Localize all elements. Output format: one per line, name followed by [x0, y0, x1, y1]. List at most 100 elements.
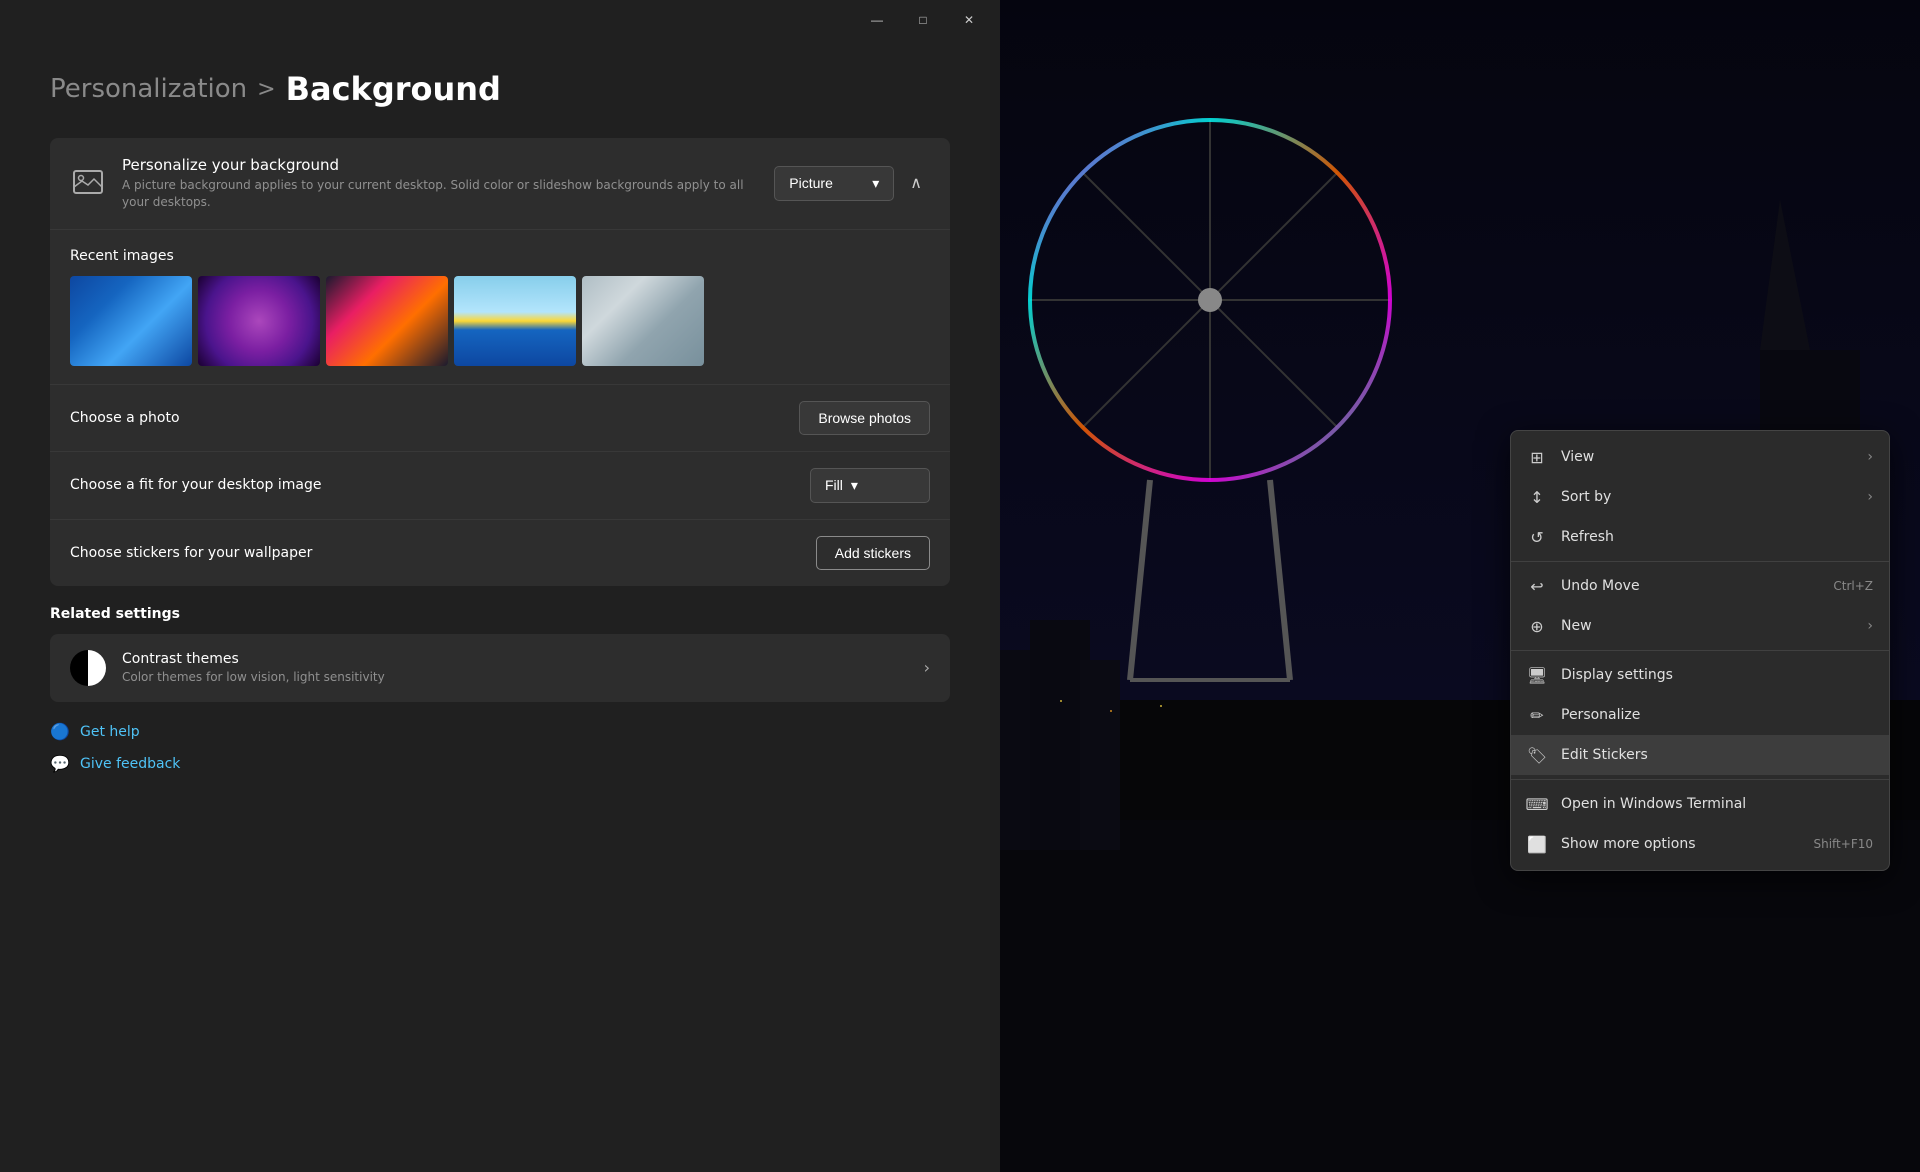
add-stickers-button[interactable]: Add stickers	[816, 536, 930, 570]
choose-fit-row: Choose a fit for your desktop image Fill…	[50, 451, 950, 519]
personalize-title: Personalize your background	[122, 156, 774, 174]
refresh-icon: ↺	[1527, 527, 1547, 547]
recent-images-label: Recent images	[70, 248, 930, 264]
menu-item-left-sort_by: ↕ Sort by	[1527, 487, 1611, 507]
menu-item-sort_by[interactable]: ↕ Sort by ›	[1511, 477, 1889, 517]
choose-photo-row: Choose a photo Browse photos	[50, 384, 950, 451]
background-section-card: Personalize your background A picture ba…	[50, 138, 950, 586]
menu-item-left-view: ⊞ View	[1527, 447, 1594, 467]
related-text: Contrast themes Color themes for low vis…	[122, 651, 385, 684]
related-settings-title: Related settings	[50, 606, 950, 622]
thumbnail-1[interactable]	[70, 276, 192, 366]
related-left: Contrast themes Color themes for low vis…	[70, 650, 385, 686]
menu-item-undo_move[interactable]: ↩Undo Move Ctrl+Z	[1511, 566, 1889, 606]
menu-item-edit_stickers[interactable]: 🏷 Edit Stickers	[1511, 735, 1889, 775]
menu-label-view: View	[1561, 449, 1594, 465]
breadcrumb-separator: >	[257, 77, 275, 102]
personalize-text-block: Personalize your background A picture ba…	[122, 156, 774, 211]
menu-shortcut-show_more: Shift+F10	[1813, 837, 1873, 851]
menu-item-left-edit_stickers: 🏷 Edit Stickers	[1527, 745, 1648, 765]
menu-item-left-undo_move: ↩Undo Move	[1527, 576, 1640, 596]
personalize-desc: A picture background applies to your cur…	[122, 177, 774, 211]
thumbnail-4[interactable]	[454, 276, 576, 366]
minimize-button[interactable]: —	[854, 4, 900, 36]
menu-label-display_settings: Display settings	[1561, 667, 1673, 683]
menu-label-show_more: Show more options	[1561, 836, 1696, 852]
fit-arrow-icon: ▾	[851, 477, 858, 494]
thumbnail-5[interactable]	[582, 276, 704, 366]
menu-label-personalize: Personalize	[1561, 707, 1640, 723]
dropdown-label: Picture	[789, 175, 833, 191]
menu-divider	[1511, 561, 1889, 562]
menu-arrow-view: ›	[1867, 449, 1873, 465]
display_settings-icon: 🖥	[1527, 665, 1547, 685]
give-feedback-label: Give feedback	[80, 756, 180, 772]
menu-item-display_settings[interactable]: 🖥 Display settings	[1511, 655, 1889, 695]
thumbnail-3[interactable]	[326, 276, 448, 366]
contrast-themes-desc: Color themes for low vision, light sensi…	[122, 670, 385, 684]
view-icon: ⊞	[1527, 447, 1547, 467]
new-icon: ⊕	[1527, 616, 1547, 636]
open_terminal-icon: ⌨	[1527, 794, 1547, 814]
choose-photo-label: Choose a photo	[70, 410, 180, 426]
settings-window: — □ ✕ Personalization > Background	[0, 0, 1000, 1172]
menu-label-open_terminal: Open in Windows Terminal	[1561, 796, 1746, 812]
menu-item-personalize[interactable]: ✏ Personalize	[1511, 695, 1889, 735]
choose-stickers-label: Choose stickers for your wallpaper	[70, 545, 312, 561]
fit-value: Fill	[825, 477, 843, 493]
help-icon: 🔵	[50, 722, 70, 742]
menu-item-left-new: ⊕ New	[1527, 616, 1592, 636]
menu-item-view[interactable]: ⊞ View ›	[1511, 437, 1889, 477]
give-feedback-link[interactable]: 💬 Give feedback	[50, 754, 950, 774]
breadcrumb-parent[interactable]: Personalization	[50, 74, 247, 104]
menu-divider	[1511, 650, 1889, 651]
maximize-button[interactable]: □	[900, 4, 946, 36]
personalize-icon: ✏	[1527, 705, 1547, 725]
browse-photos-button[interactable]: Browse photos	[799, 401, 930, 435]
menu-shortcut-undo_move: Ctrl+Z	[1833, 579, 1873, 593]
menu-item-show_more[interactable]: ⬜ Show more options Shift+F10	[1511, 824, 1889, 864]
menu-arrow-new: ›	[1867, 618, 1873, 634]
get-help-label: Get help	[80, 724, 140, 740]
menu-item-open_terminal[interactable]: ⌨ Open in Windows Terminal	[1511, 784, 1889, 824]
fit-dropdown[interactable]: Fill ▾	[810, 468, 930, 503]
edit_stickers-icon: 🏷	[1527, 745, 1547, 765]
menu-item-left-display_settings: 🖥 Display settings	[1527, 665, 1673, 685]
menu-item-left-show_more: ⬜ Show more options	[1527, 834, 1696, 854]
menu-label-edit_stickers: Edit Stickers	[1561, 747, 1648, 763]
menu-item-left-personalize: ✏ Personalize	[1527, 705, 1640, 725]
contrast-themes-card[interactable]: Contrast themes Color themes for low vis…	[50, 634, 950, 702]
menu-item-left-refresh: ↺ Refresh	[1527, 527, 1614, 547]
background-type-dropdown[interactable]: Picture ▾	[774, 166, 894, 201]
menu-item-refresh[interactable]: ↺ Refresh	[1511, 517, 1889, 557]
breadcrumb-current: Background	[286, 70, 501, 108]
collapse-button[interactable]: ∧	[902, 165, 930, 201]
sort_by-icon: ↕	[1527, 487, 1547, 507]
personalize-bg-icon	[70, 165, 106, 201]
chevron-right-icon: ›	[924, 658, 930, 677]
contrast-icon	[70, 650, 106, 686]
page-content: Personalization > Background Personalize…	[0, 40, 1000, 1172]
menu-label-sort_by: Sort by	[1561, 489, 1611, 505]
recent-images-section: Recent images	[50, 230, 950, 384]
title-bar: — □ ✕	[0, 0, 1000, 40]
footer-links: 🔵 Get help 💬 Give feedback	[50, 722, 950, 774]
personalize-header: Personalize your background A picture ba…	[50, 138, 950, 230]
close-button[interactable]: ✕	[946, 4, 992, 36]
images-row	[70, 276, 930, 366]
get-help-link[interactable]: 🔵 Get help	[50, 722, 950, 742]
menu-item-left-open_terminal: ⌨ Open in Windows Terminal	[1527, 794, 1746, 814]
dropdown-arrow-icon: ▾	[872, 175, 879, 192]
menu-label-undo_move: Undo Move	[1561, 578, 1640, 594]
menu-divider	[1511, 779, 1889, 780]
breadcrumb: Personalization > Background	[50, 70, 950, 108]
choose-fit-label: Choose a fit for your desktop image	[70, 477, 321, 493]
show_more-icon: ⬜	[1527, 834, 1547, 854]
choose-stickers-row: Choose stickers for your wallpaper Add s…	[50, 519, 950, 586]
menu-item-new[interactable]: ⊕ New ›	[1511, 606, 1889, 646]
feedback-icon: 💬	[50, 754, 70, 774]
thumbnail-2[interactable]	[198, 276, 320, 366]
menu-label-new: New	[1561, 618, 1592, 634]
menu-label-refresh: Refresh	[1561, 529, 1614, 545]
menu-arrow-sort_by: ›	[1867, 489, 1873, 505]
